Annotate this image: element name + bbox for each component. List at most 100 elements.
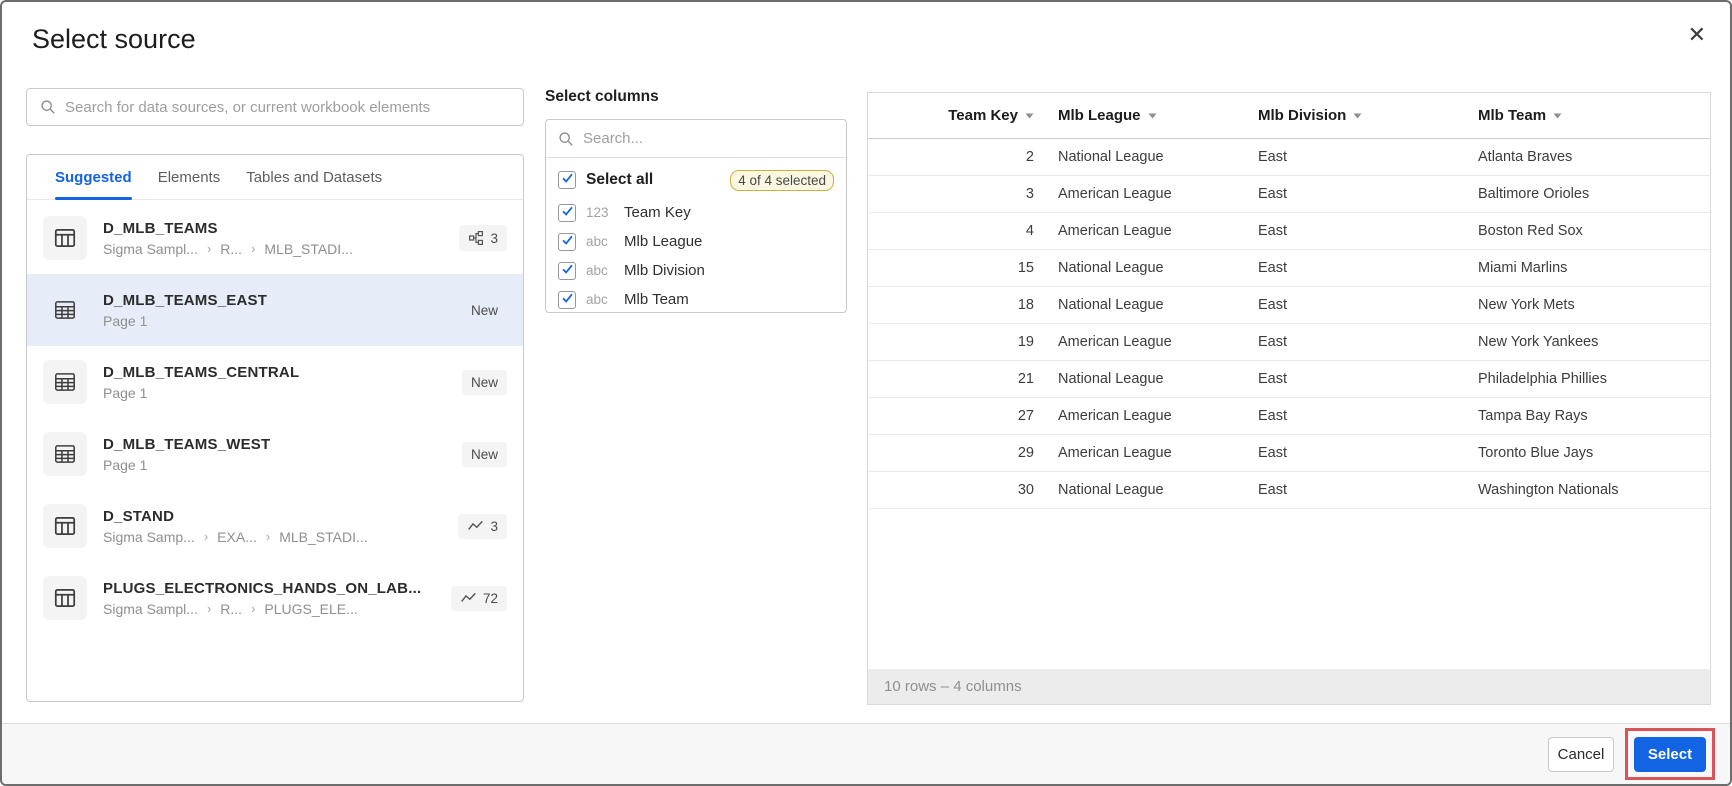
table-cell: American League bbox=[1058, 223, 1172, 239]
table-row: 15 National League East Miami Marlins bbox=[868, 250, 1710, 287]
line-chart-icon bbox=[467, 519, 484, 533]
source-item-title: PLUGS_ELECTRONICS_HANDS_ON_LAB... bbox=[103, 579, 422, 597]
table-body: 2 National League East Atlanta Braves 3 Ameri… bbox=[868, 139, 1710, 509]
source-item[interactable]: D_MLB_TEAMS_CENTRAL Page 1 New bbox=[27, 346, 523, 418]
source-search-input[interactable]: Search for data sources, or current work… bbox=[26, 88, 524, 126]
column-option-mlb-league[interactable]: abc Mlb League bbox=[558, 227, 834, 256]
dataset-table-icon bbox=[43, 576, 87, 620]
search-icon bbox=[40, 99, 56, 115]
column-header-label: Mlb Division bbox=[1258, 107, 1347, 124]
table-row: 18 National League East New York Mets bbox=[868, 287, 1710, 324]
grid-table-icon bbox=[43, 288, 87, 332]
source-item-text: D_MLB_TEAMS_EAST Page 1 bbox=[103, 292, 446, 329]
search-icon bbox=[558, 131, 574, 147]
column-option-team-key[interactable]: 123 Team Key bbox=[558, 198, 834, 227]
line-chart-icon bbox=[460, 591, 477, 605]
cancel-button[interactable]: Cancel bbox=[1548, 737, 1614, 772]
column-option-mlb-division[interactable]: abc Mlb Division bbox=[558, 256, 834, 285]
table-cell: Philadelphia Phillies bbox=[1478, 371, 1607, 387]
table-cell: American League bbox=[1058, 445, 1172, 461]
caret-down-icon bbox=[1353, 113, 1362, 119]
breadcrumb-segment: MLB_STADI... bbox=[279, 528, 368, 545]
source-item-breadcrumb: Page 1 bbox=[103, 385, 446, 401]
checkbox[interactable] bbox=[558, 232, 576, 251]
breadcrumb-segment: Sigma Sampl... bbox=[103, 600, 198, 617]
source-item[interactable]: PLUGS_ELECTRONICS_HANDS_ON_LAB... Sigma S… bbox=[27, 562, 523, 634]
table-cell: American League bbox=[1058, 408, 1172, 424]
source-item-text: PLUGS_ELECTRONICS_HANDS_ON_LAB... Sigma S… bbox=[103, 580, 435, 617]
dataset-table-icon bbox=[43, 504, 87, 548]
source-tabs: Suggested Elements Tables and Datasets bbox=[27, 155, 523, 200]
source-item-text: D_MLB_TEAMS Sigma Sampl... › R... › MLB_STADI… bbox=[103, 220, 443, 257]
chevron-right-icon: › bbox=[251, 241, 256, 256]
chart-count-badge: 72 bbox=[450, 585, 507, 611]
chevron-right-icon: › bbox=[265, 529, 271, 544]
column-header-mlb-league[interactable]: Mlb League bbox=[1046, 107, 1246, 124]
badge-count: 3 bbox=[490, 518, 498, 534]
source-item-breadcrumb: Sigma Sampl... › R... › PLUGS_ELE... bbox=[103, 601, 435, 617]
source-item[interactable]: D_MLB_TEAMS_EAST Page 1 New bbox=[27, 274, 523, 346]
table-cell: 15 bbox=[1017, 260, 1034, 276]
source-item[interactable]: D_MLB_TEAMS_WEST Page 1 New bbox=[27, 418, 523, 490]
caret-down-icon bbox=[1553, 113, 1562, 119]
table-row: 21 National League East Philadelphia Philli… bbox=[868, 361, 1710, 398]
tab-elements[interactable]: Elements bbox=[158, 155, 221, 199]
tab-tables-and-datasets[interactable]: Tables and Datasets bbox=[246, 155, 382, 199]
table-cell: Miami Marlins bbox=[1478, 260, 1568, 276]
breadcrumb-segment: MLB_STADI... bbox=[264, 240, 353, 257]
source-item-text: D_MLB_TEAMS_CENTRAL Page 1 bbox=[103, 364, 446, 401]
checkbox[interactable] bbox=[558, 290, 576, 309]
table-row: 3 American League East Baltimore Orioles bbox=[868, 176, 1710, 213]
tab-suggested[interactable]: Suggested bbox=[55, 155, 132, 200]
checkbox[interactable] bbox=[558, 261, 576, 280]
source-item-breadcrumb: Page 1 bbox=[103, 457, 446, 473]
table-cell: 21 bbox=[1017, 371, 1034, 387]
dialog-footer: Cancel Select bbox=[2, 723, 1730, 784]
select-all-option[interactable]: Select all 4 of 4 selected bbox=[558, 162, 834, 198]
badge-count: 3 bbox=[490, 230, 498, 246]
columns-list: Select all 4 of 4 selected 123 Team Key abc M… bbox=[546, 158, 846, 314]
source-item[interactable]: D_STAND Sigma Samp... › EXA... › MLB_STADI...… bbox=[27, 490, 523, 562]
source-item-title: D_STAND bbox=[103, 507, 175, 525]
column-option-mlb-team[interactable]: abc Mlb Team bbox=[558, 285, 834, 314]
column-header-label: Mlb League bbox=[1058, 107, 1141, 124]
breadcrumb-segment: Page 1 bbox=[103, 384, 148, 401]
columns-search-input[interactable]: Search... bbox=[546, 120, 846, 158]
table-row: 30 National League East Washington National… bbox=[868, 472, 1710, 509]
source-item-breadcrumb: Sigma Sampl... › R... › MLB_STADI... bbox=[103, 241, 443, 257]
table-cell: 30 bbox=[1017, 482, 1034, 498]
checkbox[interactable] bbox=[558, 171, 576, 189]
table-row: 19 American League East New York Yankees bbox=[868, 324, 1710, 361]
dataset-table-icon bbox=[43, 216, 87, 260]
select-button[interactable]: Select bbox=[1634, 737, 1706, 772]
column-header-mlb-team[interactable]: Mlb Team bbox=[1466, 107, 1710, 124]
new-badge: New bbox=[470, 302, 498, 318]
lineage-count-badge: 3 bbox=[459, 225, 507, 251]
table-cell: Washington Nationals bbox=[1478, 482, 1619, 498]
table-cell: East bbox=[1258, 149, 1288, 165]
source-item-breadcrumb: Sigma Samp... › EXA... › MLB_STADI... bbox=[103, 529, 442, 545]
table-cell: East bbox=[1258, 334, 1288, 350]
breadcrumb-segment: PLUGS_ELE... bbox=[264, 600, 358, 617]
table-cell: East bbox=[1258, 297, 1288, 313]
column-header-mlb-division[interactable]: Mlb Division bbox=[1246, 107, 1466, 124]
column-option-label: Mlb Team bbox=[624, 291, 689, 308]
column-option-label: Team Key bbox=[624, 204, 691, 221]
source-item[interactable]: D_MLB_TEAMS Sigma Sampl... › R... › MLB_STADI… bbox=[27, 202, 523, 274]
close-icon[interactable]: ✕ bbox=[1688, 24, 1706, 46]
column-type-label: 123 bbox=[586, 205, 609, 220]
checkbox[interactable] bbox=[558, 203, 576, 222]
table-cell: National League bbox=[1058, 297, 1164, 313]
badge-count: 72 bbox=[482, 590, 498, 606]
table-cell: 29 bbox=[1017, 445, 1034, 461]
table-row: 2 National League East Atlanta Braves bbox=[868, 139, 1710, 176]
check-icon bbox=[561, 171, 574, 189]
table-cell: East bbox=[1258, 445, 1288, 461]
grid-table-icon bbox=[43, 432, 87, 476]
column-header-team-key[interactable]: Team Key bbox=[868, 107, 1046, 124]
caret-down-icon bbox=[1148, 113, 1157, 119]
source-item-title: D_MLB_TEAMS bbox=[103, 219, 218, 237]
table-cell: Baltimore Orioles bbox=[1478, 186, 1590, 202]
table-cell: Atlanta Braves bbox=[1478, 149, 1573, 165]
table-cell: East bbox=[1258, 260, 1288, 276]
